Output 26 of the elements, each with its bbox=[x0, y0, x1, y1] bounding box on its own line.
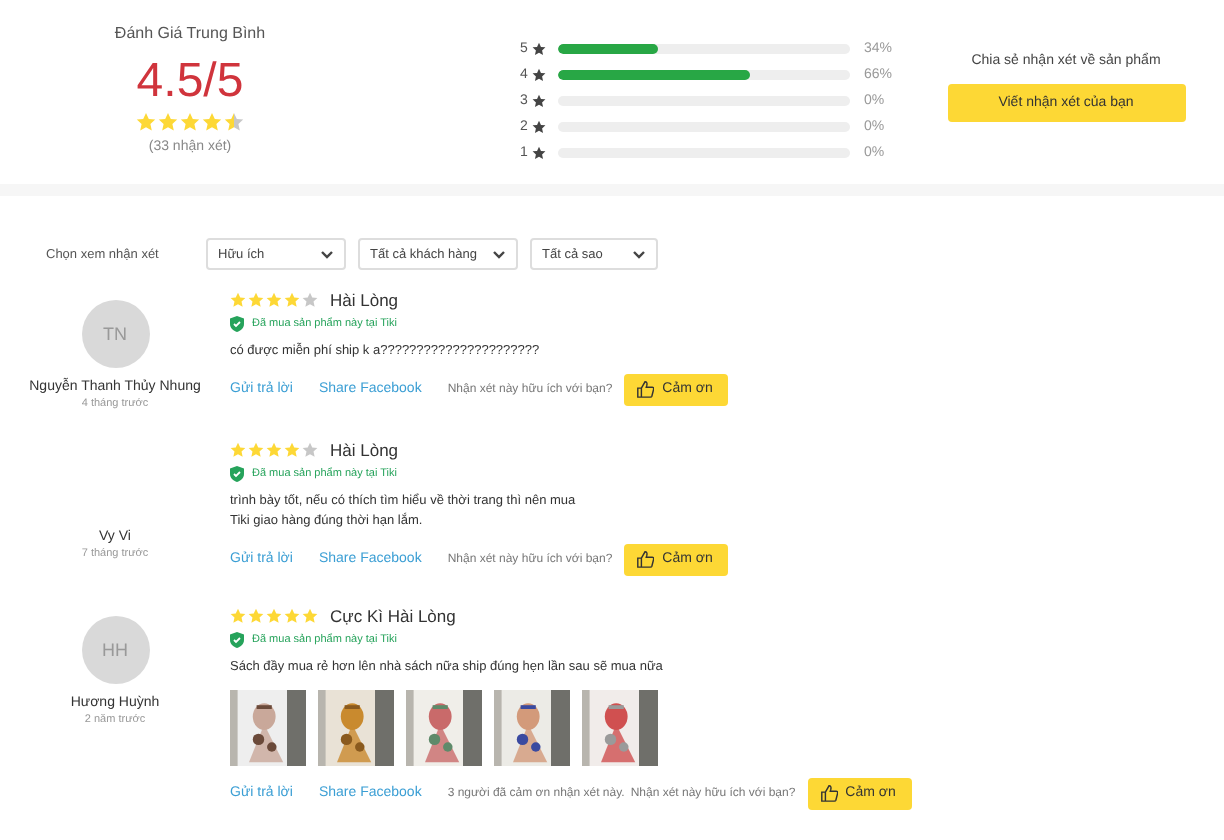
thumbs-up-icon bbox=[819, 784, 838, 802]
chevron-down-icon bbox=[632, 249, 646, 259]
star-icon bbox=[532, 41, 546, 55]
chevron-down-icon bbox=[320, 249, 334, 259]
thumbs-up-icon bbox=[636, 550, 655, 568]
star-icon bbox=[224, 112, 244, 132]
review-headline: Cực Kì Hài Lòng bbox=[330, 605, 456, 625]
shield-check-icon bbox=[230, 632, 244, 648]
star-icon bbox=[136, 112, 156, 132]
shield-check-icon bbox=[230, 316, 244, 332]
thumbs-up-icon bbox=[636, 380, 655, 398]
star-icon bbox=[532, 145, 546, 159]
rating-title: Đánh Giá Trung Bình bbox=[114, 24, 266, 42]
review-headline: Hài Lòng bbox=[330, 439, 399, 459]
avatar: TN bbox=[81, 300, 149, 368]
review-headline: Hài Lòng bbox=[330, 289, 399, 309]
shield-check-icon bbox=[230, 466, 244, 482]
star-icon bbox=[532, 93, 546, 107]
star-icon bbox=[532, 67, 546, 81]
avatar: HH bbox=[81, 616, 149, 684]
star-icon bbox=[180, 112, 200, 132]
star-icon bbox=[202, 112, 222, 132]
chevron-down-icon bbox=[492, 249, 506, 259]
star-icon bbox=[158, 112, 178, 132]
average-score: 4.5/5 bbox=[136, 58, 244, 106]
star-icon bbox=[532, 119, 546, 133]
